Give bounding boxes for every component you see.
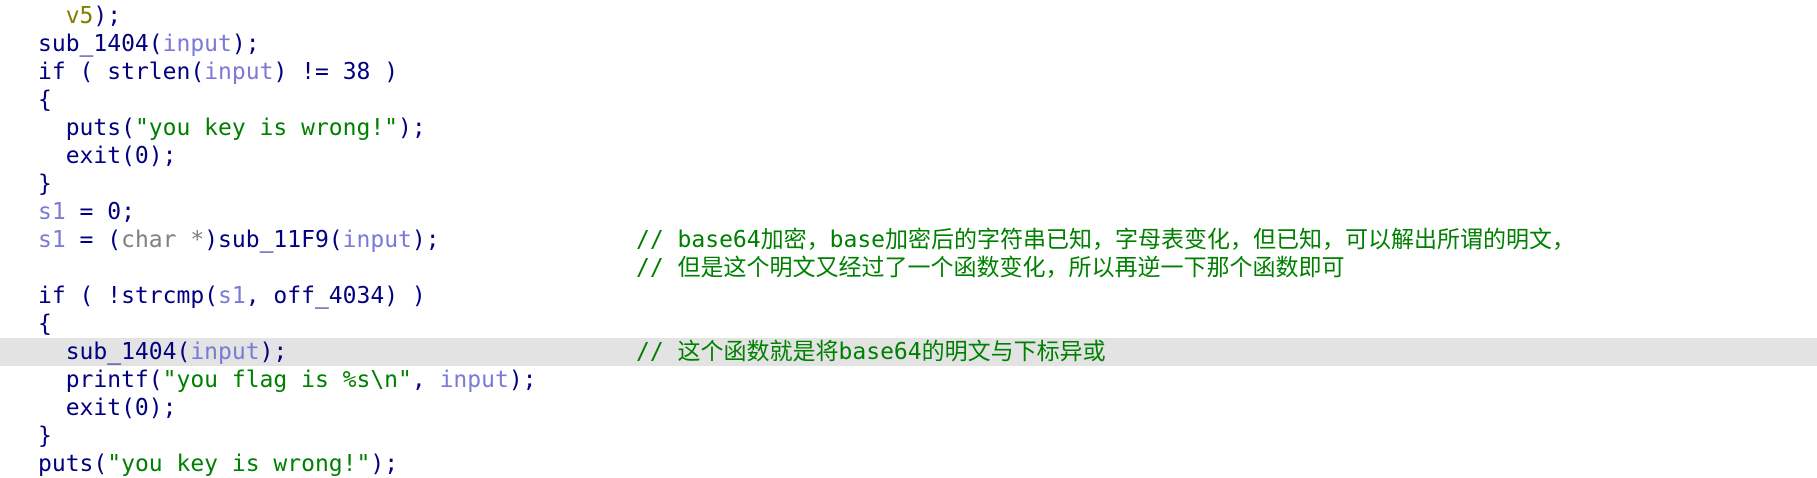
- code-token-arg[interactable]: v5: [66, 3, 94, 29]
- code-text[interactable]: }: [38, 422, 52, 450]
- code-comment[interactable]: // 但是这个明文又经过了一个函数变化，所以再逆一下那个函数即可: [636, 254, 1345, 282]
- code-line[interactable]: 9{: [0, 310, 1817, 338]
- code-token-plain[interactable]: (: [149, 31, 163, 57]
- code-token-str[interactable]: "you flag is %s\n": [163, 367, 412, 393]
- code-line[interactable]: 9sub_1404(input);: [0, 30, 1817, 58]
- code-text[interactable]: if ( !strcmp(s1, off_4034) ): [38, 282, 426, 310]
- code-text[interactable]: v5);: [38, 2, 121, 30]
- code-comment[interactable]: // base64加密，base加密后的字符串已知，字母表变化，但已知，可以解出…: [636, 226, 1575, 254]
- code-token-var[interactable]: s1: [218, 283, 246, 309]
- code-token-plain[interactable]: exit(0);: [38, 143, 177, 169]
- code-token-plain[interactable]: = 0;: [66, 199, 135, 225]
- code-line-current[interactable]: 0 sub_1404(input);// 这个函数就是将base64的明文与下标…: [0, 338, 1817, 366]
- code-text[interactable]: exit(0);: [38, 142, 177, 170]
- code-token-plain[interactable]: {: [38, 311, 52, 337]
- code-line[interactable]: 3 exit(0);: [0, 142, 1817, 170]
- code-token-plain[interactable]: );: [232, 31, 260, 57]
- code-token-plain[interactable]: );: [509, 367, 537, 393]
- code-token-var[interactable]: input: [343, 227, 412, 253]
- code-token-plain[interactable]: , off_4034) ): [246, 283, 426, 309]
- code-token-plain[interactable]: = (: [66, 227, 122, 253]
- code-token-var[interactable]: input: [440, 367, 509, 393]
- code-token-var[interactable]: input: [163, 31, 232, 57]
- code-text[interactable]: sub_1404(input);: [38, 338, 288, 366]
- code-text[interactable]: sub_1404(input);: [38, 30, 260, 58]
- code-token-plain[interactable]: (: [190, 59, 204, 85]
- code-token-plain[interactable]: if ( !strcmp(: [38, 283, 218, 309]
- code-token-plain[interactable]: )sub_11F9(: [204, 227, 342, 253]
- code-line[interactable]: 2 exit(0);: [0, 394, 1817, 422]
- code-token-plain[interactable]: );: [398, 115, 426, 141]
- code-line[interactable]: 8 v5);: [0, 2, 1817, 30]
- code-text[interactable]: exit(0);: [38, 394, 177, 422]
- code-token-plain[interactable]: ) != 38 ): [273, 59, 398, 85]
- code-text[interactable]: puts("you key is wrong!");: [38, 114, 426, 142]
- code-token-plain[interactable]: }: [38, 171, 52, 197]
- code-token-plain[interactable]: ,: [412, 367, 440, 393]
- code-comment[interactable]: // 这个函数就是将base64的明文与下标异或: [636, 338, 1106, 366]
- code-text[interactable]: if ( strlen(input) != 38 ): [38, 58, 398, 86]
- code-token-plain[interactable]: );: [370, 451, 398, 477]
- code-token-plain[interactable]: {: [38, 87, 52, 113]
- code-token-plain[interactable]: }: [38, 423, 52, 449]
- code-text[interactable]: s1 = (char *)sub_11F9(input);: [38, 226, 440, 254]
- code-token-str[interactable]: "you key is wrong!": [107, 451, 370, 477]
- code-line[interactable]: 8if ( !strcmp(s1, off_4034) ): [0, 282, 1817, 310]
- code-line[interactable]: 1 printf("you flag is %s\n", input);: [0, 366, 1817, 394]
- code-token-var[interactable]: input: [204, 59, 273, 85]
- code-line[interactable]: 4}: [0, 170, 1817, 198]
- code-token-plain[interactable]: [38, 3, 66, 29]
- code-line[interactable]: 6s1 = (char *)sub_11F9(input);// base64加…: [0, 226, 1817, 254]
- code-token-plain[interactable]: puts(: [38, 451, 107, 477]
- code-token-var[interactable]: s1: [38, 199, 66, 225]
- code-line[interactable]: 5s1 = 0;: [0, 198, 1817, 226]
- code-token-plain[interactable]: sub_1404(: [38, 339, 191, 365]
- code-text[interactable]: s1 = 0;: [38, 198, 135, 226]
- code-text[interactable]: }: [38, 170, 52, 198]
- code-line[interactable]: 2 puts("you key is wrong!");: [0, 114, 1817, 142]
- code-token-var[interactable]: s1: [38, 227, 66, 253]
- code-line[interactable]: 3}: [0, 422, 1817, 450]
- decompiler-code-view[interactable]: 8 v5);9sub_1404(input);0if ( strlen(inpu…: [0, 2, 1817, 477]
- code-token-plain[interactable]: if (: [38, 59, 107, 85]
- code-text[interactable]: {: [38, 86, 52, 114]
- code-token-cast[interactable]: char *: [121, 227, 204, 253]
- code-line[interactable]: 4puts("you key is wrong!");: [0, 450, 1817, 478]
- code-token-var[interactable]: input: [190, 339, 259, 365]
- code-token-plain[interactable]: exit(0);: [38, 395, 177, 421]
- code-line[interactable]: 1{: [0, 86, 1817, 114]
- code-token-plain[interactable]: );: [93, 3, 121, 29]
- code-text[interactable]: {: [38, 310, 52, 338]
- code-text[interactable]: printf("you flag is %s\n", input);: [38, 366, 537, 394]
- code-token-plain[interactable]: );: [412, 227, 440, 253]
- code-line[interactable]: 7// 但是这个明文又经过了一个函数变化，所以再逆一下那个函数即可: [0, 254, 1817, 282]
- code-token-plain[interactable]: );: [260, 339, 288, 365]
- code-token-plain[interactable]: printf(: [38, 367, 163, 393]
- code-token-plain[interactable]: puts(: [38, 115, 135, 141]
- code-token-fn[interactable]: sub_1404: [38, 31, 149, 57]
- code-line[interactable]: 0if ( strlen(input) != 38 ): [0, 58, 1817, 86]
- code-text[interactable]: puts("you key is wrong!");: [38, 450, 398, 478]
- code-token-str[interactable]: "you key is wrong!": [135, 115, 398, 141]
- code-token-fn[interactable]: strlen: [107, 59, 190, 85]
